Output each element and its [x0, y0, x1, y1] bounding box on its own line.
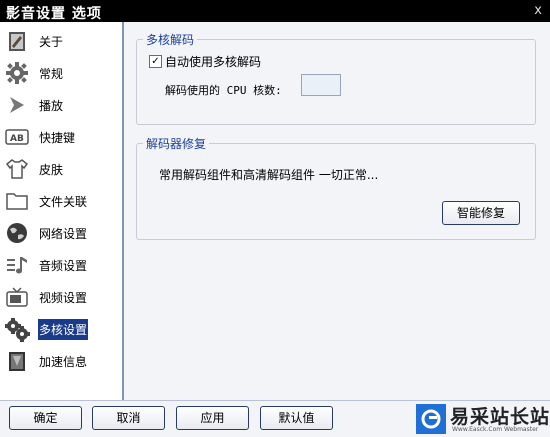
site-logo-icon	[416, 404, 446, 434]
sidebar-item-label: 多核设置	[38, 318, 89, 340]
sidebar-item-general[interactable]: 常规	[4, 59, 118, 87]
cpu-cores-input[interactable]	[301, 74, 341, 96]
svg-text:AB: AB	[10, 134, 24, 144]
sidebar-item-video[interactable]: 视频设置	[4, 283, 118, 311]
sidebar-item-label: 视频设置	[39, 290, 88, 305]
ab-keyboard-icon: AB	[4, 124, 30, 150]
decoder-repair-group: 解码器修复 常用解码组件和高清解码组件 一切正常... 智能修复	[136, 135, 536, 240]
sidebar-item-label: 音频设置	[39, 258, 88, 273]
sidebar-item-skin[interactable]: 皮肤	[4, 155, 118, 183]
sidebar-item-label: 加速信息	[39, 354, 88, 369]
auto-multicore-label[interactable]: 自动使用多核解码	[165, 53, 261, 70]
smart-repair-button[interactable]: 智能修复	[442, 201, 520, 225]
sidebar-item-label: 皮肤	[39, 162, 64, 177]
sidebar-item-label: 文件关联	[39, 194, 88, 209]
globe-icon	[4, 220, 30, 246]
sidebar-item-playback[interactable]: 播放	[4, 91, 118, 119]
sidebar-item-label: 网络设置	[39, 226, 88, 241]
settings-panel: 多核解码 ✓ 自动使用多核解码 解码使用的 CPU 核数: 解码器修复 常用解码…	[124, 22, 550, 400]
sidebar-item-file-assoc[interactable]: 文件关联	[4, 187, 118, 215]
sidebar-item-hotkeys[interactable]: AB 快捷键	[4, 123, 118, 151]
play-arrow-icon	[4, 92, 30, 118]
sidebar-item-audio[interactable]: 音频设置	[4, 251, 118, 279]
watermark-subtext: Www.Easck.Com Webmaster	[452, 426, 539, 433]
about-book-icon	[4, 28, 30, 54]
sidebar-item-label: 快捷键	[39, 130, 76, 145]
default-button[interactable]: 默认值	[260, 406, 333, 430]
auto-multicore-checkbox[interactable]: ✓	[149, 55, 162, 68]
site-watermark: 易采站长站 Www.Easck.Com Webmaster	[414, 404, 550, 436]
decoder-status-text: 常用解码组件和高清解码组件 一切正常...	[159, 168, 379, 182]
multicore-group: 多核解码 ✓ 自动使用多核解码 解码使用的 CPU 核数:	[136, 31, 536, 125]
footer-bar: 确定 取消 应用 默认值 易采站长站 Www.Easck.Com Webmast…	[0, 400, 550, 437]
folder-icon	[4, 188, 30, 214]
apply-button[interactable]: 应用	[176, 406, 249, 430]
cpu-gears-icon	[4, 316, 30, 342]
music-icon	[4, 252, 30, 278]
sidebar-item-label: 常规	[39, 66, 64, 81]
sidebar-item-accel[interactable]: 加速信息	[4, 347, 118, 375]
sidebar: 关于 常规 播放 AB 快捷键 皮肤 文件关联 网络设置 音频设置 视频设置 多…	[0, 22, 124, 400]
title-bar: 影音设置 选项 x	[0, 0, 550, 22]
gear-icon	[4, 60, 30, 86]
shirt-icon	[4, 156, 30, 182]
ok-button[interactable]: 确定	[9, 406, 82, 430]
close-icon[interactable]: x	[534, 3, 542, 18]
sidebar-item-about[interactable]: 关于	[4, 27, 118, 55]
tv-icon	[4, 284, 30, 310]
watermark-text: 易采站长站	[450, 406, 550, 428]
sidebar-item-network[interactable]: 网络设置	[4, 219, 118, 247]
sidebar-item-multicore[interactable]: 多核设置	[4, 315, 118, 343]
sidebar-item-label: 播放	[39, 98, 64, 113]
multicore-group-title: 多核解码	[143, 31, 198, 48]
cancel-button[interactable]: 取消	[92, 406, 165, 430]
decoder-repair-group-title: 解码器修复	[143, 135, 210, 152]
cpu-cores-label: 解码使用的 CPU 核数:	[165, 84, 282, 97]
window-title: 影音设置 选项	[6, 6, 102, 22]
sidebar-item-label: 关于	[39, 34, 64, 49]
accel-book-icon	[4, 348, 30, 374]
